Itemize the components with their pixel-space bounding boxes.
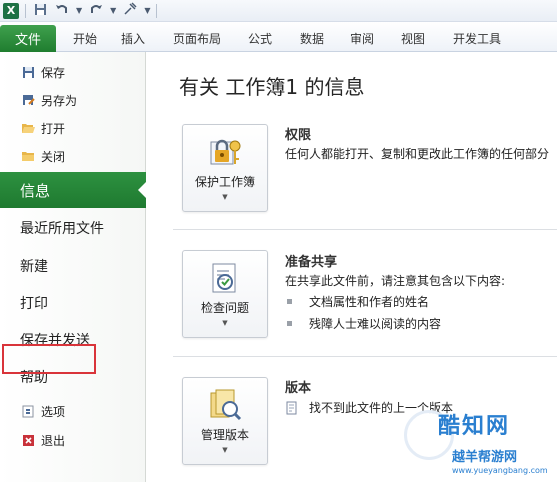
tab-insert[interactable]: 插入: [121, 30, 145, 47]
bullet-icon: [287, 321, 292, 326]
inspect-document-icon: [207, 260, 243, 296]
tab-review[interactable]: 审阅: [350, 30, 374, 47]
permissions-desc: 任何人都能打开、复制和更改此工作簿的任何部分: [285, 147, 550, 161]
nav-open-label: 打开: [41, 121, 66, 136]
nav-close[interactable]: 关闭: [0, 143, 146, 169]
active-notch: [138, 181, 147, 199]
save-icon: [21, 65, 35, 79]
bullet-icon: [287, 299, 292, 304]
tab-home[interactable]: 开始: [73, 30, 97, 47]
document-version-icon: [285, 401, 299, 415]
nav-new-label: 新建: [20, 259, 48, 275]
tab-page-layout[interactable]: 页面布局: [173, 30, 221, 47]
redo-icon[interactable]: [88, 3, 104, 18]
protect-workbook-button[interactable]: 保护工作簿 ▼: [182, 124, 268, 212]
ribbon-tab-bar: 文件 开始 插入 页面布局 公式 数据 审阅 视图 开发工具: [0, 22, 557, 52]
nav-info[interactable]: 信息: [0, 172, 147, 208]
check-issues-button[interactable]: 检查问题 ▼: [182, 250, 268, 338]
nav-close-label: 关闭: [41, 149, 66, 164]
prepare-item-label: 文档属性和作者的姓名: [309, 295, 430, 309]
section-divider: [173, 229, 557, 230]
chevron-down-icon: ▼: [222, 319, 228, 327]
nav-save-label: 保存: [41, 65, 66, 80]
manage-versions-label: 管理版本: [200, 428, 249, 442]
toolbar-divider: [25, 3, 26, 18]
nav-open[interactable]: 打开: [0, 115, 146, 141]
nav-options[interactable]: 选项: [0, 398, 146, 424]
folder-open-icon: [21, 121, 35, 135]
tab-data[interactable]: 数据: [300, 30, 324, 47]
excel-logo-icon: X: [3, 2, 19, 19]
versions-title: 版本: [285, 381, 312, 396]
lock-key-icon: [207, 134, 243, 170]
toolbar-divider: [156, 3, 158, 18]
watermark: 酷知网 越羊帮游网 www.yueyangbang.com: [400, 402, 557, 482]
nav-exit[interactable]: 退出: [0, 427, 146, 453]
nav-save[interactable]: 保存: [0, 59, 146, 85]
quick-access-toolbar: X ▼ ▼ ▼: [0, 0, 557, 22]
nav-recent-label: 最近所用文件: [20, 221, 104, 237]
manage-versions-icon: [207, 387, 243, 423]
protect-workbook-label: 保护工作簿: [194, 175, 255, 189]
page-title: 有关 工作簿1 的信息: [179, 75, 365, 99]
nav-print[interactable]: 打印: [0, 286, 146, 320]
prepare-title: 准备共享: [285, 255, 338, 270]
manage-versions-button[interactable]: 管理版本 ▼: [182, 377, 268, 465]
chevron-down-icon: ▼: [222, 193, 228, 201]
options-icon: [21, 404, 35, 418]
save-icon[interactable]: [32, 3, 48, 19]
prepare-desc: 在共享此文件前，请注意其包含以下内容:: [285, 274, 506, 288]
section-divider: [173, 356, 557, 357]
nav-print-label: 打印: [20, 296, 48, 312]
folder-close-icon: [21, 149, 35, 163]
tab-view[interactable]: 视图: [401, 30, 425, 47]
nav-exit-label: 退出: [41, 433, 66, 448]
nav-options-label: 选项: [41, 404, 66, 419]
nav-new[interactable]: 新建: [0, 249, 146, 283]
watermark-sub: 越羊帮游网: [452, 450, 518, 465]
options-highlight-box: [2, 344, 96, 374]
backstage-nav: 保存 另存为 打开 关闭 信息 最近所用文件 新建 打印 保存并发送 帮助 选项…: [0, 52, 147, 482]
save-as-icon: [21, 93, 35, 107]
customize-dropdown-icon[interactable]: ▼: [144, 6, 150, 15]
check-issues-label: 检查问题: [200, 301, 249, 315]
nav-recent[interactable]: 最近所用文件: [0, 211, 146, 245]
tab-file[interactable]: 文件: [0, 25, 56, 52]
nav-save-as-label: 另存为: [41, 93, 78, 108]
customize-icon[interactable]: [122, 2, 138, 19]
redo-dropdown-icon[interactable]: ▼: [110, 6, 116, 15]
chevron-down-icon: ▼: [222, 446, 228, 454]
undo-dropdown-icon[interactable]: ▼: [76, 6, 82, 15]
watermark-url: www.yueyangbang.com: [452, 466, 548, 475]
exit-icon: [21, 433, 35, 447]
prepare-item-label: 残障人士难以阅读的内容: [309, 317, 442, 331]
nav-info-label: 信息: [20, 181, 51, 200]
tab-developer[interactable]: 开发工具: [453, 30, 501, 47]
list-item: 文档属性和作者的姓名: [287, 293, 429, 310]
list-item: 残障人士难以阅读的内容: [287, 315, 441, 332]
nav-save-as[interactable]: 另存为: [0, 87, 146, 113]
permissions-title: 权限: [285, 128, 312, 143]
watermark-brand: 酷知网: [438, 414, 511, 439]
tab-formulas[interactable]: 公式: [248, 30, 272, 47]
undo-icon[interactable]: [54, 3, 70, 18]
